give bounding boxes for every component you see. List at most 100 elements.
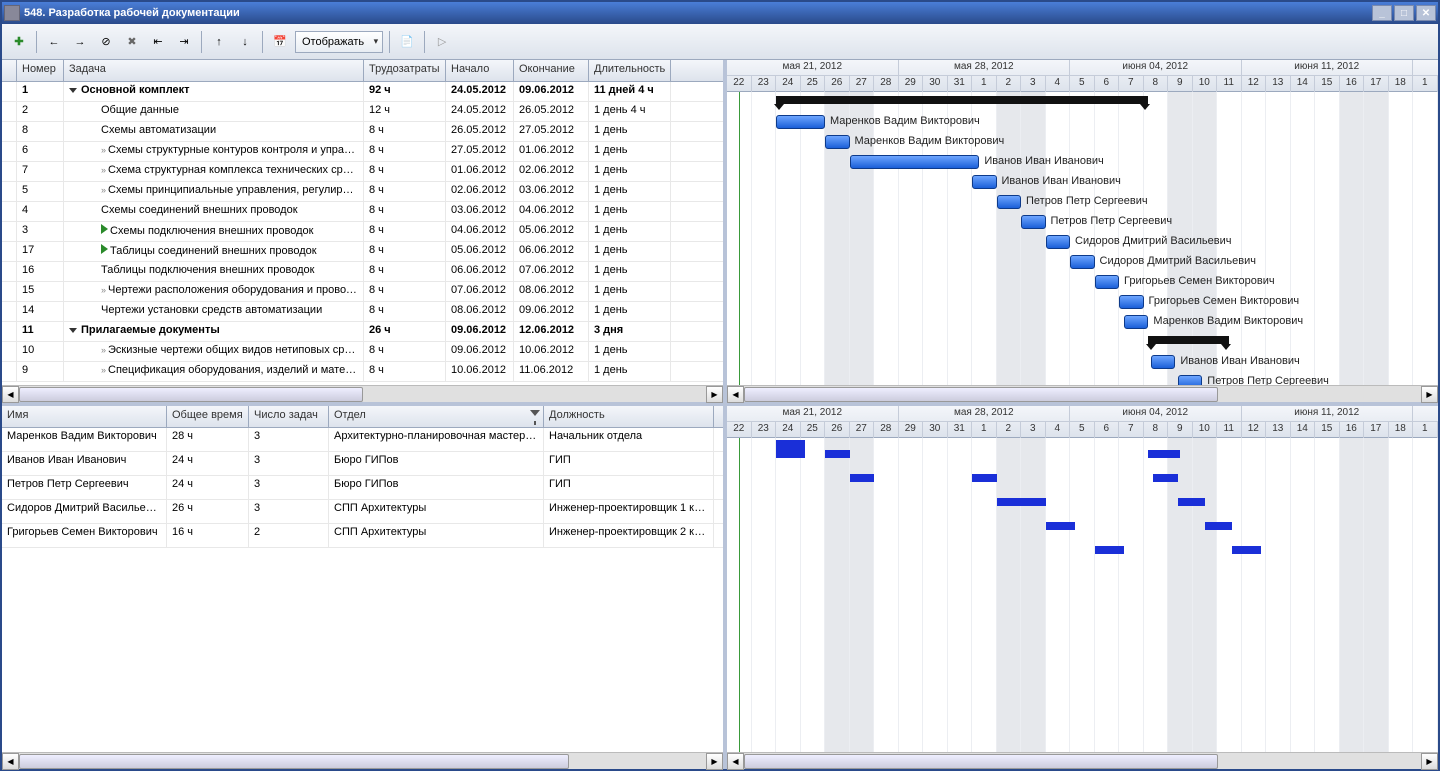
resource-bar[interactable] [850,474,875,482]
scroll-left-button[interactable]: ◀ [2,386,19,403]
resource-row[interactable]: Маренков Вадим Викторович28 ч3Архитектур… [2,428,723,452]
scroll-track[interactable] [19,753,706,770]
scroll-left-button[interactable]: ◀ [727,753,744,770]
gantt-row[interactable] [727,92,1438,112]
resource-timeline-body[interactable] [727,438,1438,752]
minimize-button[interactable]: _ [1372,5,1392,21]
res-col-pos[interactable]: Должность [544,406,714,427]
resource-bar[interactable] [972,474,997,482]
gantt-row[interactable]: Маренков Вадим Викторович [727,132,1438,152]
unlink-button[interactable]: ⊘ [95,31,117,53]
run-button[interactable]: ▷ [431,31,453,53]
res-col-time[interactable]: Общее время [167,406,249,427]
move-right-button[interactable]: → [69,31,91,53]
calendar-button[interactable]: 📅 [269,31,291,53]
resource-row[interactable]: Григорьев Семен Викторович16 ч2СПП Архит… [2,524,723,548]
gantt-row[interactable]: Сидоров Дмитрий Васильевич [727,232,1438,252]
gantt-row[interactable]: Петров Петр Сергеевич [727,212,1438,232]
scroll-right-button[interactable]: ▶ [706,386,723,403]
task-bar[interactable]: Григорьев Семен Викторович [1095,275,1120,289]
resource-row[interactable]: Иванов Иван Иванович24 ч3Бюро ГИПовГИП [2,452,723,476]
task-row[interactable]: 3Схемы подключения внешних проводок8 ч04… [2,222,723,242]
resource-bar[interactable] [1153,474,1178,482]
task-bar[interactable]: Маренков Вадим Викторович [776,115,825,129]
resource-bar[interactable] [1232,546,1261,554]
resource-bar[interactable] [1148,450,1180,458]
task-col-effort[interactable]: Трудозатраты [364,60,446,81]
task-row[interactable]: 7»Схема структурная комплекса технически… [2,162,723,182]
task-col-dur[interactable]: Длительность [589,60,671,81]
resource-bar[interactable] [1046,522,1075,530]
resource-bar[interactable] [1021,498,1046,506]
resource-bar[interactable] [1205,522,1232,530]
move-left-button[interactable]: ← [43,31,65,53]
scroll-right-button[interactable]: ▶ [1421,386,1438,403]
gantt-row[interactable] [727,332,1438,352]
task-row[interactable]: 11Прилагаемые документы26 ч09.06.201212.… [2,322,723,342]
scroll-track[interactable] [744,753,1421,770]
task-bar[interactable]: Петров Петр Сергеевич [1178,375,1203,385]
scroll-left-button[interactable]: ◀ [2,753,19,770]
move-down-button[interactable]: ↓ [234,31,256,53]
gantt-body-top[interactable]: Маренков Вадим Викторович Маренков Вадим … [727,92,1438,385]
move-up-button[interactable]: ↑ [208,31,230,53]
resource-timeline-row[interactable] [727,510,1438,534]
expand-icon[interactable] [69,328,77,333]
task-bar[interactable]: Сидоров Дмитрий Васильевич [1046,235,1071,249]
gantt-row[interactable]: Григорьев Семен Викторович [727,292,1438,312]
resource-timeline-row[interactable] [727,438,1438,462]
scroll-track[interactable] [19,386,706,403]
export-button[interactable]: 📄 [396,31,418,53]
task-row[interactable]: 17Таблицы соединений внешних проводок8 ч… [2,242,723,262]
task-row[interactable]: 10»Эскизные чертежи общих видов нетиповы… [2,342,723,362]
task-bar[interactable]: Петров Петр Сергеевич [997,195,1022,209]
task-row[interactable]: 9»Спецификация оборудования, изделий и м… [2,362,723,382]
res-col-dept[interactable]: Отдел [329,406,544,427]
expand-icon[interactable] [69,88,77,93]
delete-button[interactable]: ✖ [121,31,143,53]
task-row[interactable]: 6»Схемы структурные контуров контроля и … [2,142,723,162]
task-bar[interactable]: Иванов Иван Иванович [1151,355,1176,369]
resource-grid-hscroll[interactable]: ◀ ▶ [2,752,723,769]
task-bar[interactable]: Петров Петр Сергеевич [1021,215,1046,229]
task-bar[interactable]: Григорьев Семен Викторович [1119,295,1144,309]
task-grid-body[interactable]: 1Основной комплект92 ч24.05.201209.06.20… [2,82,723,385]
task-col-num[interactable]: Номер [17,60,64,81]
task-bar[interactable]: Маренков Вадим Викторович [1124,315,1149,329]
task-row[interactable]: 15»Чертежи расположения оборудования и п… [2,282,723,302]
resource-row[interactable]: Петров Петр Сергеевич24 ч3Бюро ГИПовГИП [2,476,723,500]
gantt-row[interactable]: Петров Петр Сергеевич [727,372,1438,385]
task-bar[interactable]: Иванов Иван Иванович [850,155,980,169]
resource-bar[interactable] [1095,546,1124,554]
gantt-row[interactable]: Иванов Иван Иванович [727,352,1438,372]
task-grid-hscroll[interactable]: ◀ ▶ [2,385,723,402]
resource-timeline-row[interactable] [727,462,1438,486]
resource-timeline-row[interactable] [727,486,1438,510]
task-col-start[interactable]: Начало [446,60,514,81]
resource-bar[interactable] [1178,498,1205,506]
scroll-right-button[interactable]: ▶ [1421,753,1438,770]
task-row[interactable]: 16Таблицы подключения внешних проводок8 … [2,262,723,282]
res-col-count[interactable]: Число задач [249,406,329,427]
display-dropdown[interactable]: Отображать [295,31,383,53]
scroll-thumb[interactable] [19,387,363,402]
gantt-row[interactable]: Сидоров Дмитрий Васильевич [727,252,1438,272]
task-col-end[interactable]: Окончание [514,60,589,81]
filter-icon[interactable] [530,410,540,416]
gantt-hscroll[interactable]: ◀ ▶ [727,385,1438,402]
gantt-row[interactable]: Григорьев Семен Викторович [727,272,1438,292]
resource-bar[interactable] [776,440,805,458]
resource-grid-body[interactable]: Маренков Вадим Викторович28 ч3Архитектур… [2,428,723,752]
scroll-thumb[interactable] [19,754,569,769]
resource-bar[interactable] [997,498,1022,506]
scroll-track[interactable] [744,386,1421,403]
task-bar[interactable]: Сидоров Дмитрий Васильевич [1070,255,1095,269]
task-col-task[interactable]: Задача [64,60,364,81]
scroll-thumb[interactable] [744,387,1218,402]
titlebar[interactable]: 548. Разработка рабочей документации _ □… [2,2,1438,24]
gantt-row[interactable]: Иванов Иван Иванович [727,172,1438,192]
resource-timeline-hscroll[interactable]: ◀ ▶ [727,752,1438,769]
outdent-button[interactable]: ⇤ [147,31,169,53]
task-row[interactable]: 8Схемы автоматизации8 ч26.05.201227.05.2… [2,122,723,142]
gantt-row[interactable]: Петров Петр Сергеевич [727,192,1438,212]
